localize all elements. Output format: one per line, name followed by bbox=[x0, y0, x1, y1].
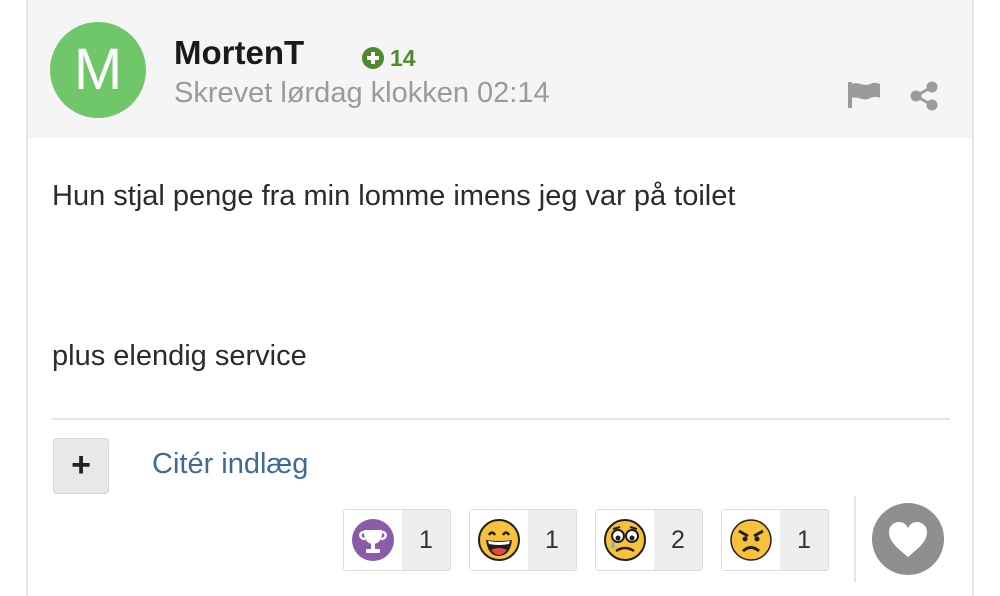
flag-icon[interactable] bbox=[846, 80, 882, 110]
reaction-sad[interactable]: 2 bbox=[595, 509, 703, 571]
post-card: M MortenT 14 Skrevet lørdag klokken 02:1… bbox=[26, 0, 974, 596]
author-name[interactable]: MortenT bbox=[174, 34, 304, 72]
angry-face-icon bbox=[730, 519, 772, 561]
avatar[interactable]: M bbox=[50, 22, 146, 118]
post-paragraph: Hun stjal penge fra min lomme imens jeg … bbox=[52, 180, 736, 212]
post-paragraph: plus elendig service bbox=[52, 340, 307, 372]
reaction-angry[interactable]: 1 bbox=[721, 509, 829, 571]
reaction-count: 1 bbox=[780, 510, 828, 570]
reaction-count: 1 bbox=[402, 510, 450, 570]
reaction-haha[interactable]: 1 bbox=[469, 509, 577, 571]
reaction-count: 1 bbox=[528, 510, 576, 570]
heart-icon bbox=[889, 522, 927, 557]
sad-face-icon bbox=[604, 519, 646, 561]
reaction-count: 2 bbox=[654, 510, 702, 570]
trophy-icon bbox=[352, 519, 394, 561]
reputation-badge: 14 bbox=[362, 44, 416, 72]
reactions-bar: 1 1 2 1 bbox=[343, 509, 829, 571]
share-icon[interactable] bbox=[908, 80, 940, 112]
divider bbox=[52, 418, 950, 420]
post-date[interactable]: Skrevet lørdag klokken 02:14 bbox=[174, 77, 550, 110]
react-button[interactable] bbox=[872, 503, 944, 575]
post-header: M MortenT 14 Skrevet lørdag klokken 02:1… bbox=[28, 0, 972, 138]
reaction-trophy[interactable]: 1 bbox=[343, 509, 451, 571]
post-content: Hun stjal penge fra min lomme imens jeg … bbox=[52, 178, 952, 374]
multiquote-button[interactable]: + bbox=[53, 438, 109, 494]
quote-link[interactable]: Citér indlæg bbox=[152, 448, 308, 481]
plus-circle-icon bbox=[362, 47, 384, 69]
reputation-count: 14 bbox=[390, 44, 416, 71]
laughing-face-icon bbox=[478, 519, 520, 561]
divider bbox=[854, 496, 856, 582]
